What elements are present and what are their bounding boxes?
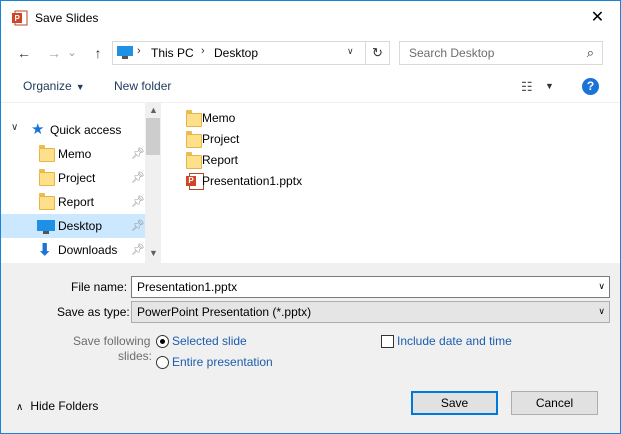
navigation-pane: ∨ ★ Quick access Memo 📌︎ Project 📌︎ Repo… xyxy=(1,103,145,263)
file-list: Memo Project Report Presentation1.pptx xyxy=(161,103,620,263)
recent-locations-button[interactable]: ⌄ xyxy=(65,42,79,64)
sidebar-item-downloads[interactable]: ⬇ Downloads 📌︎ xyxy=(1,238,145,262)
back-arrow-icon: ← xyxy=(17,45,31,61)
organize-menu[interactable]: Organize ▼ xyxy=(23,79,85,93)
navigation-bar: ← → ⌄ ↑ › This PC › Desktop ∨ ↻ Search D… xyxy=(1,34,620,72)
scroll-up-icon[interactable]: ▲ xyxy=(149,105,158,115)
refresh-icon: ↻ xyxy=(372,45,383,60)
navigation-scrollbar[interactable]: ▲ ▼ xyxy=(145,103,161,263)
entire-presentation-label[interactable]: Entire presentation xyxy=(172,355,273,369)
sidebar-item-label: Downloads xyxy=(58,243,118,257)
chevron-right-icon: › xyxy=(137,45,141,57)
sidebar-item-quick-access[interactable]: ∨ ★ Quick access xyxy=(1,118,145,142)
expand-chevron-icon[interactable]: ∨ xyxy=(11,122,18,133)
caret-down-icon[interactable]: ▼ xyxy=(545,81,554,91)
computer-icon xyxy=(117,46,133,59)
forward-arrow-icon: → xyxy=(47,45,61,61)
breadcrumb-this-pc[interactable]: This PC xyxy=(151,46,194,60)
scroll-down-icon[interactable]: ▼ xyxy=(149,248,158,258)
list-item-project[interactable]: Project xyxy=(185,129,325,149)
file-name-label: Report xyxy=(202,153,239,167)
title-bar: P Save Slides ✕ xyxy=(1,1,620,34)
help-button[interactable]: ? xyxy=(582,78,599,95)
file-name-label: File name: xyxy=(71,280,128,294)
sidebar-item-label: Desktop xyxy=(58,219,103,233)
save-as-type-label: Save as type: xyxy=(57,305,130,319)
sidebar-item-label: Project xyxy=(58,171,96,185)
folder-icon xyxy=(186,131,202,148)
folder-icon xyxy=(186,152,202,169)
include-date-checkbox[interactable] xyxy=(381,335,394,348)
breadcrumb-desktop[interactable]: Desktop xyxy=(214,46,258,60)
chevron-down-icon[interactable]: ∨ xyxy=(598,306,605,317)
sidebar-item-label: Memo xyxy=(58,147,92,161)
forward-button[interactable]: → xyxy=(43,42,65,64)
sidebar-item-report[interactable]: Report 📌︎ xyxy=(1,190,145,214)
list-item-memo[interactable]: Memo xyxy=(185,108,325,128)
download-icon: ⬇ xyxy=(38,242,52,259)
sidebar-item-project[interactable]: Project 📌︎ xyxy=(1,166,145,190)
view-options-icon[interactable]: ☷ xyxy=(521,79,533,95)
up-button[interactable]: ↑ xyxy=(87,42,109,64)
close-icon: ✕ xyxy=(590,9,605,26)
star-icon: ★ xyxy=(31,121,45,138)
chevron-down-icon[interactable]: ∨ xyxy=(598,281,605,292)
entire-presentation-radio[interactable] xyxy=(156,356,169,369)
hide-folders-label: Hide Folders xyxy=(30,399,99,413)
caret-down-icon: ▼ xyxy=(75,82,85,92)
save-as-type-value: PowerPoint Presentation (*.pptx) xyxy=(137,305,312,319)
sidebar-item-label: Report xyxy=(58,195,95,209)
hide-folders-button[interactable]: ∧ Hide Folders xyxy=(16,399,98,413)
address-bar[interactable]: › This PC › Desktop ∨ ↻ xyxy=(112,41,390,65)
file-name-label: Project xyxy=(202,132,240,146)
include-date-label[interactable]: Include date and time xyxy=(397,334,512,348)
sidebar-item-memo[interactable]: Memo 📌︎ xyxy=(1,142,145,166)
sidebar-item-desktop[interactable]: Desktop 📌︎ xyxy=(1,214,145,238)
search-placeholder: Search Desktop xyxy=(409,46,495,60)
file-name-value: Presentation1.pptx xyxy=(137,280,238,294)
file-name-field[interactable]: Presentation1.pptx ∨ xyxy=(131,276,610,298)
chevron-down-icon[interactable]: ∨ xyxy=(347,46,354,57)
save-following-label-2: slides: xyxy=(118,349,153,363)
close-button[interactable]: ✕ xyxy=(575,1,620,34)
chevron-up-icon: ∧ xyxy=(16,402,24,413)
folder-icon xyxy=(186,110,202,127)
list-item-report[interactable]: Report xyxy=(185,150,325,170)
search-box[interactable]: Search Desktop ⌕ xyxy=(399,41,603,65)
search-icon[interactable]: ⌕ xyxy=(587,45,594,61)
pin-icon[interactable]: 📌︎ xyxy=(131,171,145,184)
chevron-down-icon: ⌄ xyxy=(67,47,77,59)
list-item-presentation[interactable]: Presentation1.pptx xyxy=(185,171,325,191)
selected-slide-label[interactable]: Selected slide xyxy=(172,334,247,348)
save-as-type-select[interactable]: PowerPoint Presentation (*.pptx) ∨ xyxy=(131,301,610,323)
refresh-button[interactable]: ↻ xyxy=(365,42,389,64)
desktop-icon xyxy=(37,220,55,234)
new-folder-button[interactable]: New folder xyxy=(114,79,171,93)
organize-label: Organize xyxy=(23,79,72,93)
chevron-right-icon: › xyxy=(201,45,205,57)
command-toolbar: Organize ▼ New folder ☷ ▼ ? xyxy=(1,72,620,102)
sidebar-item-label: Quick access xyxy=(50,123,122,137)
powerpoint-icon: P xyxy=(12,10,28,26)
pin-icon[interactable]: 📌︎ xyxy=(131,195,145,208)
selected-slide-radio[interactable] xyxy=(156,335,169,348)
folder-icon xyxy=(39,193,55,210)
save-dialog: P Save Slides ✕ ← → ⌄ ↑ › This PC › Desk… xyxy=(0,0,621,434)
up-arrow-icon: ↑ xyxy=(94,45,102,61)
folder-icon xyxy=(39,145,55,162)
scrollbar-thumb[interactable] xyxy=(146,118,160,155)
cancel-button[interactable]: Cancel xyxy=(511,391,598,415)
pin-icon[interactable]: 📌︎ xyxy=(131,147,145,160)
pin-icon[interactable]: 📌︎ xyxy=(131,243,145,256)
file-name-label: Memo xyxy=(202,111,236,125)
back-button[interactable]: ← xyxy=(13,42,35,64)
svg-text:P: P xyxy=(15,14,21,23)
pin-icon[interactable]: 📌︎ xyxy=(131,219,145,232)
folder-icon xyxy=(39,169,55,186)
file-name-label: Presentation1.pptx xyxy=(202,174,303,188)
window-title: Save Slides xyxy=(35,11,99,25)
save-following-label: Save following xyxy=(73,334,151,348)
save-button[interactable]: Save xyxy=(411,391,498,415)
